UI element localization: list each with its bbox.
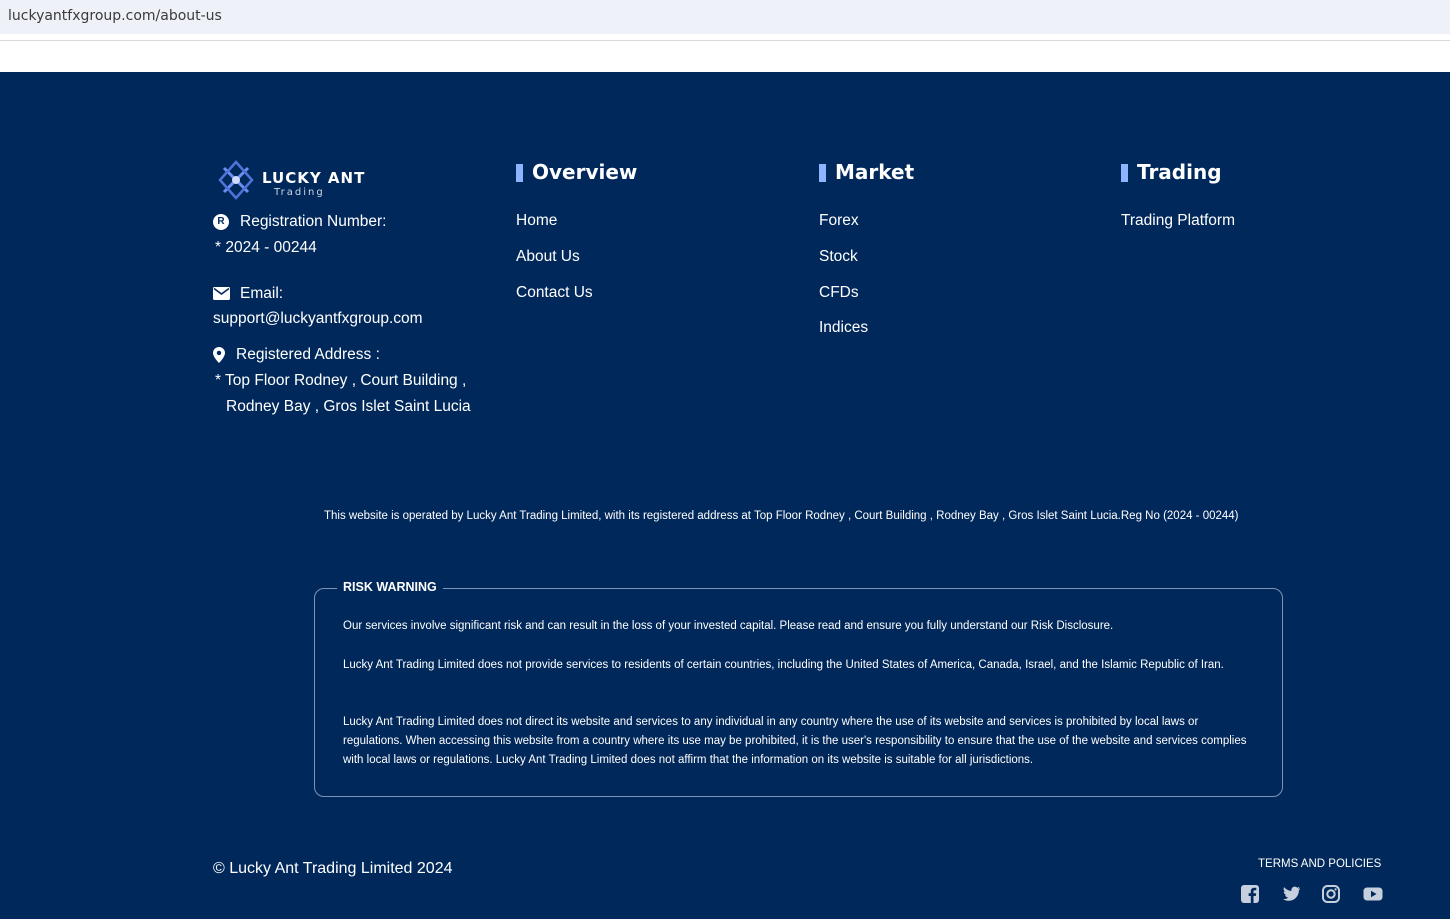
- map-pin-icon: [213, 347, 225, 363]
- nav-link-indices[interactable]: Indices: [819, 319, 868, 337]
- nav-link-home[interactable]: Home: [516, 212, 557, 230]
- risk-paragraph: Our services involve significant risk an…: [343, 620, 1114, 632]
- facebook-icon[interactable]: [1240, 884, 1260, 904]
- address-line-1: * Top Floor Rodney , Court Building ,: [215, 372, 467, 389]
- site-footer: LUCKY ANT Trading R Registration Number:…: [0, 72, 1450, 919]
- brand-name: LUCKY ANT: [262, 169, 366, 187]
- overview-heading: Overview: [516, 160, 637, 184]
- email-link[interactable]: support@luckyantfxgroup.com: [213, 310, 423, 328]
- registration-value: * 2024 - 00244: [215, 239, 317, 256]
- registered-icon: R: [213, 214, 229, 230]
- registration-label: Registration Number:: [240, 213, 387, 230]
- url-text[interactable]: luckyantfxgroup.com/about-us: [8, 8, 222, 24]
- nav-link-cfds[interactable]: CFDs: [819, 284, 859, 302]
- risk-paragraph: Lucky Ant Trading Limited does not provi…: [343, 659, 1224, 671]
- copyright-text: © Lucky Ant Trading Limited 2024: [213, 860, 453, 877]
- operated-notice: This website is operated by Lucky Ant Tr…: [324, 510, 1239, 522]
- risk-warning-title: RISK WARNING: [337, 580, 443, 594]
- address-line-2: Rodney Bay , Gros Islet Saint Lucia: [226, 398, 471, 415]
- instagram-icon[interactable]: [1321, 884, 1341, 904]
- terms-and-policies-link[interactable]: TERMS AND POLICIES: [1258, 858, 1381, 870]
- nav-link-stock[interactable]: Stock: [819, 248, 858, 266]
- envelope-icon: [213, 287, 230, 300]
- address-label: Registered Address :: [236, 346, 380, 363]
- nav-link-contact-us[interactable]: Contact Us: [516, 284, 593, 302]
- brand-tagline: Trading: [274, 187, 325, 198]
- trading-heading: Trading: [1121, 160, 1222, 184]
- nav-link-forex[interactable]: Forex: [819, 212, 859, 230]
- lucky-ant-logo-icon: [218, 160, 254, 200]
- nav-link-about-us[interactable]: About Us: [516, 248, 580, 266]
- market-heading: Market: [819, 160, 914, 184]
- address-bar[interactable]: luckyantfxgroup.com/about-us: [0, 0, 1450, 34]
- risk-paragraph: Lucky Ant Trading Limited does not direc…: [343, 716, 1247, 766]
- nav-link-trading-platform[interactable]: Trading Platform: [1121, 212, 1235, 230]
- twitter-icon[interactable]: [1281, 884, 1301, 904]
- youtube-icon[interactable]: [1363, 884, 1383, 904]
- brand-logo[interactable]: LUCKY ANT Trading: [218, 160, 364, 200]
- divider: [0, 40, 1450, 41]
- email-label: Email:: [240, 285, 284, 302]
